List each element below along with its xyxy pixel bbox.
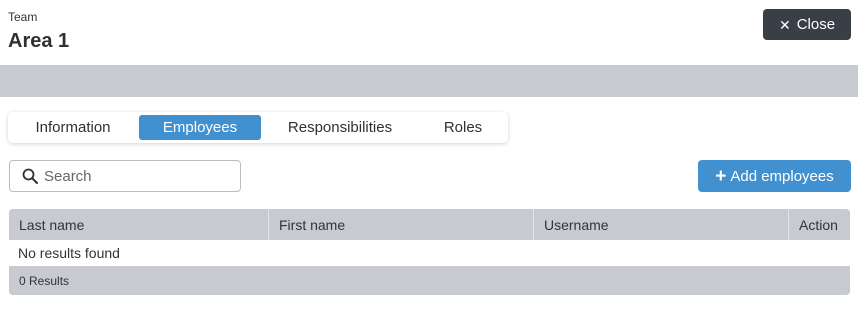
column-header-username[interactable]: Username	[534, 209, 789, 240]
tab-employees[interactable]: Employees	[139, 115, 261, 140]
add-employees-button[interactable]: + Add employees	[698, 160, 851, 192]
search-box[interactable]	[9, 160, 241, 192]
empty-state-row: No results found	[9, 240, 850, 266]
page-title: Area 1	[8, 30, 70, 52]
add-employees-label: Add employees	[730, 167, 834, 185]
tab-roles[interactable]: Roles	[420, 115, 506, 140]
search-icon	[22, 168, 38, 184]
close-icon: ✕	[778, 16, 791, 33]
tab-responsibilities[interactable]: Responsibilities	[272, 115, 408, 140]
tab-bar: Information Employees Responsibilities R…	[8, 112, 508, 143]
column-header-action: Action	[799, 216, 838, 233]
search-input[interactable]	[44, 167, 224, 185]
table-header: Last name First name Username Action	[9, 209, 850, 240]
header-band	[0, 65, 858, 97]
page-eyebrow: Team	[8, 10, 38, 24]
plus-icon: +	[715, 165, 727, 187]
close-button-label: Close	[796, 16, 836, 33]
page-header: Team Area 1 ✕ Close	[0, 0, 858, 65]
close-button[interactable]: ✕ Close	[763, 9, 851, 40]
results-count: 0 Results	[9, 266, 850, 295]
tab-information[interactable]: Information	[18, 115, 128, 140]
column-header-first-name[interactable]: First name	[269, 209, 534, 240]
column-header-last-name[interactable]: Last name	[9, 209, 269, 240]
employees-table: Last name First name Username Action No …	[9, 209, 850, 295]
